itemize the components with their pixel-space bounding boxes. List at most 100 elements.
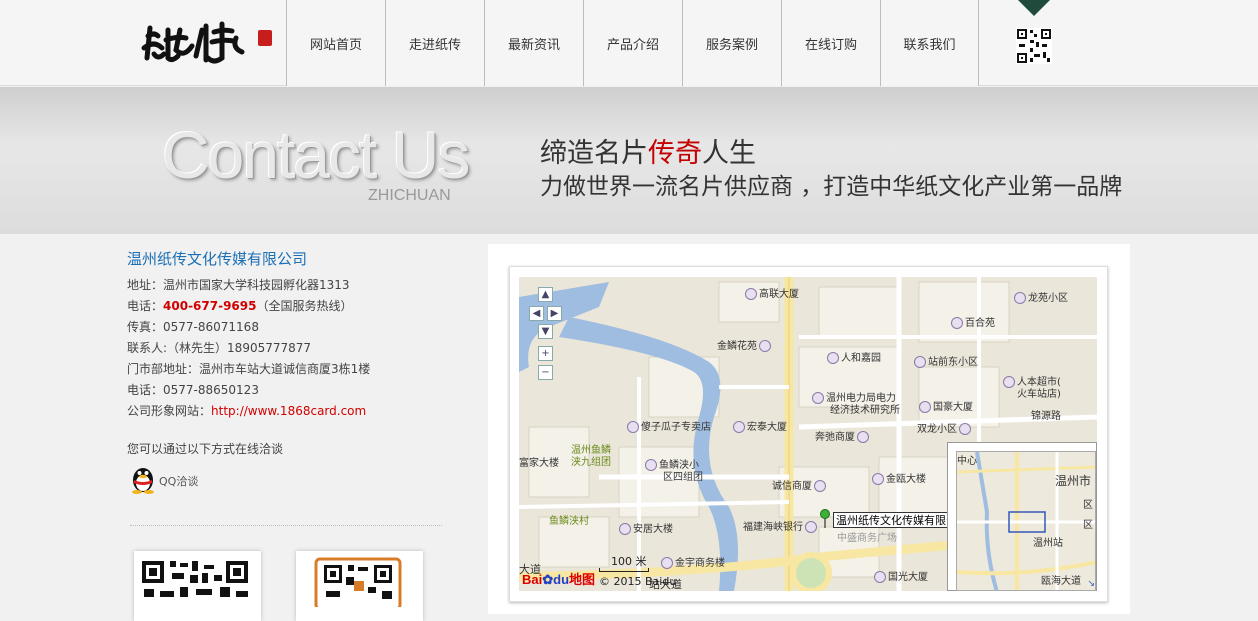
map-label-text: 金瓯大楼 [886,474,926,485]
map-label-text: 国光大厦 [888,572,928,583]
poi-icon [914,356,926,368]
slogan-pre: 缔造名片 [540,138,648,169]
pan-left-icon[interactable]: ◀ [529,306,544,321]
main-nav: 网站首页 走进纸传 最新资讯 产品介绍 服务案例 在线订购 联系我们 [286,0,979,86]
poi-icon [661,557,673,569]
brand-bai: Bai [522,572,543,587]
map-label: 傻子瓜子专卖店 [627,418,711,433]
banner-title: Contact Us [162,118,470,192]
store-address-line: 门市部地址：温州市车站大道诚信商厦3栋1楼 [127,362,371,376]
poi-icon [759,340,771,352]
pan-down-icon[interactable]: ▼ [538,324,553,339]
poi-icon [959,423,971,435]
map-label-text: 温州鱼鳞 [571,445,611,456]
slogan-highlight: 传奇 [648,138,702,169]
map-label: 富家大楼 [519,458,559,469]
collapse-overview-icon[interactable]: ↘ [1087,579,1095,589]
banner-subtitle: ZHICHUAN [368,187,451,204]
map-label: 宏泰大厦 [733,418,787,433]
overview-label: 瓯海大道 [1041,576,1081,587]
qq-chat-button[interactable]: QQ洽谈 [129,464,198,498]
company-name: 温州纸传文化传媒有限公司 [127,250,308,268]
poi-icon [645,459,657,471]
poi-icon [814,480,826,492]
brand-du: du [553,572,570,587]
map-label-text: 国豪大厦 [933,402,973,413]
qr-code-wechat [134,551,261,621]
map-copyright: © 2015 Baidu [599,575,677,588]
website-line: 公司形象网站：http://www.1868card.com [127,401,467,422]
nav-news[interactable]: 最新资讯 [484,0,583,86]
poi-icon [919,401,931,413]
map-label: 奔弛商厦 [815,428,871,443]
map-label: 金瓯大楼 [872,470,926,485]
nav-home[interactable]: 网站首页 [286,0,385,86]
map-label-text: 傻子瓜子专卖店 [641,422,711,433]
overview-map[interactable]: 中心 温州市 温州站 瓯海大道 区 区 ↘ [947,442,1097,591]
baidu-map[interactable]: ▲ ◀ ▶ ▼ + − 高联大厦 龙苑小区 百合苑 金鳞花苑 人和嘉园 站前东小… [519,277,1097,591]
baidu-logo: Bai✿du地图 [522,569,595,588]
map-label: 温州鱼鳞 浃九组团 [571,445,611,469]
nav-products[interactable]: 产品介绍 [583,0,682,86]
map-label-text: 鱼鳞浃小 [659,460,699,471]
fax-line: 传真：0577-86071168 [127,320,259,334]
map-label: 人本超市(火车站店) [1003,376,1061,401]
nav-contact[interactable]: 联系我们 [880,0,979,86]
map-label: 双龙小区 [917,420,973,435]
map-label: 福建海峡银行 [743,518,819,533]
map-label: 温州电力局电力 经济技术研究所 [812,392,900,417]
zoom-in-icon[interactable]: + [538,346,553,361]
pan-up-icon[interactable]: ▲ [538,287,553,302]
map-label: 安居大楼 [619,520,673,535]
contact-person-line: 联系人:（林先生）18905777877 [127,341,312,355]
chat-title: 您可以通过以下方式在线洽谈 [127,442,284,456]
zoom-out-icon[interactable]: − [538,365,553,380]
map-label: 鱼鳞浃村 [549,516,589,527]
qr-code-weibo [296,551,423,621]
poi-icon [857,431,869,443]
slogan-secondary: 力做世界一流名片供应商 ，打造中华纸文化产业第一品牌 [540,174,1123,200]
map-label-text: 金鳞花苑 [717,341,757,352]
overview-label: 区 [1083,500,1093,511]
overview-map-view: 中心 温州市 温州站 瓯海大道 区 区 [956,451,1096,591]
scale-bar [599,568,649,572]
map-label-text: 站前东小区 [928,357,978,368]
map-label-text: 百合苑 [965,318,995,329]
overview-label: 中心 [957,456,977,467]
map-label: 站前东小区 [914,353,978,368]
map-label-text: 龙苑小区 [1028,293,1068,304]
nav-cases[interactable]: 服务案例 [682,0,781,86]
map-label-text: 安居大楼 [633,524,673,535]
location-callout[interactable]: 温州纸传文化传媒有限公司 [833,512,949,528]
nav-order[interactable]: 在线订购 [781,0,880,86]
contact-info: 温州纸传文化传媒有限公司 地址：温州市国家大学科技园孵化器1313 电话：400… [127,248,467,422]
poi-icon [1014,292,1026,304]
website-link[interactable]: http://www.1868card.com [211,404,366,418]
poi-icon [812,392,824,404]
hotline-number: 400-677-9695 [163,299,257,313]
map-label: 龙苑小区 [1014,289,1068,304]
section-divider [130,525,442,526]
poi-icon [805,521,817,533]
map-label-text: 宏泰大厦 [747,422,787,433]
map-label: 中盛商务广场 [837,533,897,544]
map-label: 鱼鳞浃小 区四组团 [645,459,703,484]
dropdown-triangle-icon [1018,0,1050,16]
slogan-primary: 缔造名片传奇人生 [540,131,756,170]
qq-penguin-icon [129,464,157,498]
map-label-text: 温州电力局电力 [826,393,896,404]
site-logo[interactable] [140,16,280,70]
map-label-text: 奔弛商厦 [815,432,855,443]
map-label: 人和嘉园 [827,349,881,364]
nav-about[interactable]: 走进纸传 [385,0,484,86]
phone-label: 电话： [127,299,164,313]
brand-paw-icon: ✿ [542,572,554,587]
brand-map: 地图 [569,572,596,587]
pan-right-icon[interactable]: ▶ [547,306,562,321]
map-label: 百合苑 [951,314,995,329]
map-label-text: 高联大厦 [759,289,799,300]
phone-line: 电话：400-677-9695（全国服务热线） [127,296,467,317]
poi-icon [745,288,757,300]
qr-code-icon[interactable] [1016,28,1052,64]
overview-label: 区 [1083,520,1093,531]
